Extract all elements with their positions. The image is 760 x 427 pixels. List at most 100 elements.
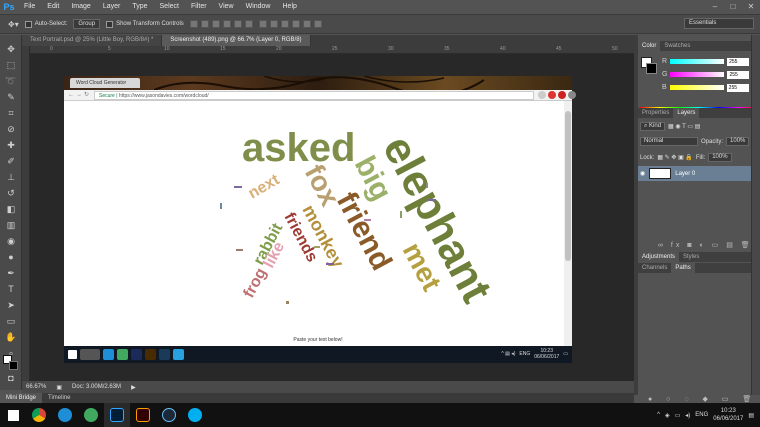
eye-icon[interactable]: ◉ xyxy=(640,170,645,177)
photoshop-taskbar-icon[interactable] xyxy=(104,403,130,427)
tab-text-portrait[interactable]: Text Portrait.psd @ 25% (Little Boy, RGB… xyxy=(22,35,163,46)
auto-select-dropdown[interactable]: Group xyxy=(73,19,101,29)
layer-actions-icons[interactable]: ∞ fx ◙ ◐ ▭ ▤ 🗑 xyxy=(658,241,753,249)
type-tool-icon[interactable]: T xyxy=(5,283,17,295)
blur-tool-icon[interactable]: ◉ xyxy=(5,235,17,247)
url-field[interactable]: Secure | https://www.jasondavies.com/wor… xyxy=(94,91,534,100)
distribute-4-icon[interactable] xyxy=(291,20,300,28)
menu-type[interactable]: Type xyxy=(126,0,153,14)
b-value[interactable]: 255 xyxy=(726,83,749,92)
extension-icon[interactable] xyxy=(558,91,566,99)
align-center-icon[interactable] xyxy=(233,20,242,28)
filter-icons[interactable]: ▦ ◉ T ▭ ▤ xyxy=(668,123,700,130)
crop-tool-icon[interactable]: ⌗ xyxy=(5,107,17,119)
scrollbar-thumb[interactable] xyxy=(565,111,571,261)
distribute-6-icon[interactable] xyxy=(313,20,322,28)
maximize-icon[interactable]: □ xyxy=(724,0,742,14)
star-icon[interactable] xyxy=(538,91,546,99)
document-image[interactable]: Word Cloud Generator ←→↻ Secure | https:… xyxy=(64,76,576,363)
panel-bg-swatch[interactable] xyxy=(646,63,657,74)
start-button[interactable] xyxy=(0,403,26,427)
b-slider[interactable] xyxy=(669,85,724,90)
background-color-swatch[interactable] xyxy=(9,361,18,370)
browser-scrollbar[interactable] xyxy=(564,101,572,346)
history-brush-icon[interactable]: ↺ xyxy=(5,187,17,199)
brush-tool-icon[interactable]: ✐ xyxy=(5,155,17,167)
g-value[interactable]: 255 xyxy=(727,70,750,79)
tab-styles[interactable]: Styles xyxy=(679,252,703,262)
distribute-1-icon[interactable] xyxy=(258,20,267,28)
illustrator-taskbar-icon[interactable] xyxy=(130,403,156,427)
steam-taskbar-icon[interactable] xyxy=(156,403,182,427)
upwork-taskbar-icon[interactable] xyxy=(78,403,104,427)
browser-tab[interactable]: Word Cloud Generator xyxy=(70,78,140,88)
gradient-tool-icon[interactable]: ▥ xyxy=(5,219,17,231)
minimize-icon[interactable]: – xyxy=(706,0,724,14)
menu-filter[interactable]: Filter xyxy=(185,0,213,14)
menu-image[interactable]: Image xyxy=(65,0,96,14)
menu-help[interactable]: Help xyxy=(277,0,303,14)
battery-icon[interactable]: ▭ xyxy=(675,412,681,419)
menu-edit[interactable]: Edit xyxy=(41,0,65,14)
language-indicator[interactable]: ENG xyxy=(695,412,708,418)
marquee-tool-icon[interactable]: ⬚ xyxy=(5,59,17,71)
align-bottom-icon[interactable] xyxy=(211,20,220,28)
nav-buttons-icon[interactable]: ←→↻ xyxy=(68,91,91,98)
align-left-icon[interactable] xyxy=(222,20,231,28)
distribute-2-icon[interactable] xyxy=(269,20,278,28)
pen-tool-icon[interactable]: ✒ xyxy=(5,267,17,279)
doc-info-icon[interactable]: ▣ xyxy=(56,384,62,391)
r-slider[interactable] xyxy=(670,59,725,64)
align-right-icon[interactable] xyxy=(244,20,253,28)
quick-select-tool-icon[interactable]: ✎ xyxy=(5,91,17,103)
align-top-icon[interactable] xyxy=(189,20,198,28)
menu-view[interactable]: View xyxy=(213,0,240,14)
eyedropper-tool-icon[interactable]: ⊘ xyxy=(5,123,17,135)
lasso-tool-icon[interactable]: ➰ xyxy=(5,75,17,87)
edge-taskbar-icon[interactable] xyxy=(52,403,78,427)
shape-tool-icon[interactable]: ▭ xyxy=(5,315,17,327)
distribute-5-icon[interactable] xyxy=(302,20,311,28)
align-middle-icon[interactable] xyxy=(200,20,209,28)
opacity-field[interactable]: 100% xyxy=(726,137,750,146)
chevron-up-icon[interactable]: ^ xyxy=(657,412,660,418)
tab-adjustments[interactable]: Adjustments xyxy=(638,252,680,262)
hand-tool-icon[interactable]: ✋ xyxy=(5,331,17,343)
action-center-icon[interactable]: ▤ xyxy=(748,412,754,419)
path-select-icon[interactable]: ➤ xyxy=(5,299,17,311)
tab-screenshot[interactable]: Screenshot (489).png @ 66.7% (Layer 0, R… xyxy=(162,35,311,46)
workspace-dropdown[interactable]: Essentials xyxy=(684,18,754,29)
network-icon[interactable]: ◈ xyxy=(665,412,670,419)
tab-timeline[interactable]: Timeline xyxy=(42,393,76,403)
layer-row[interactable]: ◉ Layer 0 xyxy=(638,166,751,181)
tab-paths[interactable]: Paths xyxy=(671,263,695,273)
menu-layer[interactable]: Layer xyxy=(97,0,127,14)
eraser-tool-icon[interactable]: ◧ xyxy=(5,203,17,215)
skype-taskbar-icon[interactable] xyxy=(182,403,208,427)
close-icon[interactable]: ✕ xyxy=(742,0,760,14)
transform-controls-checkbox[interactable] xyxy=(106,20,114,28)
kind-filter[interactable]: ⌕ Kind xyxy=(640,122,666,131)
lock-icons[interactable]: ▦ ✎ ✥ ▣ 🔒 xyxy=(657,154,693,161)
g-slider[interactable] xyxy=(670,72,725,77)
menu-select[interactable]: Select xyxy=(154,0,185,14)
r-value[interactable]: 255 xyxy=(727,57,750,66)
layer-name[interactable]: Layer 0 xyxy=(675,171,695,177)
tab-channels[interactable]: Channels xyxy=(638,263,671,273)
dodge-tool-icon[interactable]: ● xyxy=(5,251,17,263)
extension-icon[interactable] xyxy=(548,91,556,99)
menu-icon[interactable] xyxy=(568,91,576,99)
fill-field[interactable]: 100% xyxy=(708,153,732,162)
tab-mini-bridge[interactable]: Mini Bridge xyxy=(0,393,43,403)
paths-actions-icons[interactable]: ● ○ ◌ ◆ ▭ 🗑 xyxy=(648,395,757,403)
volume-icon[interactable]: ◂) xyxy=(685,412,690,419)
chrome-taskbar-icon[interactable] xyxy=(26,403,52,427)
menu-file[interactable]: File xyxy=(18,0,41,14)
healing-brush-icon[interactable]: ✚ xyxy=(5,139,17,151)
status-menu-icon[interactable]: ▶ xyxy=(131,384,136,391)
move-tool-icon[interactable]: ✥▾ xyxy=(8,20,19,29)
clock[interactable]: 10:23 06/06/2017 xyxy=(713,407,743,423)
blend-mode-dropdown[interactable]: Normal xyxy=(640,137,698,146)
distribute-3-icon[interactable] xyxy=(280,20,289,28)
quick-mask-icon[interactable]: ◘ xyxy=(5,372,17,384)
